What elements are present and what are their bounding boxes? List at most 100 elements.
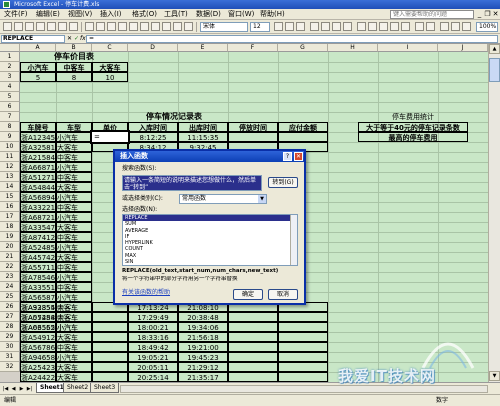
type-cell[interactable]: 小汽车 <box>56 272 92 282</box>
cancel-formula-icon[interactable]: ✕ <box>67 35 72 43</box>
underline-icon[interactable] <box>296 22 305 31</box>
plate-cell[interactable]: 浙A94658 <box>20 352 56 362</box>
italic-icon[interactable] <box>285 22 294 31</box>
stats-count-label[interactable]: 大于等于40元的停车记录条数 <box>358 122 468 132</box>
price-value-large-bus[interactable]: 10 <box>92 72 128 82</box>
type-cell[interactable]: 大客车 <box>56 302 92 312</box>
amount-cell[interactable] <box>278 322 328 332</box>
amount-cell[interactable] <box>278 372 328 382</box>
select-all-corner[interactable] <box>0 44 20 52</box>
row-header[interactable]: 11 <box>0 152 20 162</box>
record-header-price[interactable]: 单价 <box>92 122 128 132</box>
bold-icon[interactable] <box>274 22 283 31</box>
tab-sheet3[interactable]: Sheet3 <box>90 383 120 393</box>
column-header-a[interactable]: A <box>20 44 56 52</box>
record-header-duration[interactable]: 停放时间 <box>228 122 278 132</box>
type-cell[interactable]: 大客车 <box>56 222 92 232</box>
borders-icon[interactable] <box>440 22 449 31</box>
out-time-cell[interactable]: 19:34:06 <box>178 322 228 332</box>
search-function-input[interactable]: 请输入一条简短的说明来描述您想做什么，然后单击“转到” <box>122 175 262 191</box>
font-name-select[interactable]: 宋体 <box>200 22 248 32</box>
help-question-input[interactable]: 键入需要帮助的问题 <box>390 10 474 19</box>
type-cell[interactable]: 中客车 <box>56 262 92 272</box>
price-cell[interactable] <box>92 322 128 332</box>
horizontal-scrollbar[interactable] <box>120 385 488 393</box>
increase-decimal-icon[interactable] <box>390 22 399 31</box>
cancel-button[interactable]: 取消 <box>268 289 298 300</box>
price-cell[interactable] <box>92 372 128 382</box>
row-header[interactable]: 8 <box>0 122 20 132</box>
type-cell[interactable]: 小汽车 <box>56 132 92 142</box>
undo-icon[interactable] <box>129 22 138 31</box>
column-header-i[interactable]: I <box>378 44 438 52</box>
out-time-cell[interactable]: 21:56:18 <box>178 332 228 342</box>
type-cell[interactable]: 大客车 <box>56 252 92 262</box>
record-header-out-time[interactable]: 出库时间 <box>178 122 228 132</box>
plate-cell[interactable]: 浙A56894 <box>20 192 56 202</box>
next-sheet-icon[interactable]: ▶ <box>18 385 25 393</box>
row-header[interactable]: 24 <box>0 282 20 292</box>
font-size-select[interactable]: 12 <box>250 22 270 32</box>
name-box[interactable]: REPLACE <box>1 35 65 43</box>
menu-help[interactable]: 帮助(H) <box>260 10 285 19</box>
print-icon[interactable] <box>47 22 56 31</box>
decrease-indent-icon[interactable] <box>415 22 424 31</box>
in-time-cell[interactable]: 20:05:11 <box>128 362 178 372</box>
chart-wizard-icon[interactable] <box>184 22 193 31</box>
row-header[interactable]: 16 <box>0 202 20 212</box>
in-time-cell[interactable]: 18:00:21 <box>128 322 178 332</box>
price-value-medium-bus[interactable]: 8 <box>56 72 92 82</box>
row-header[interactable]: 1 <box>0 52 20 62</box>
autosum-icon[interactable] <box>162 22 171 31</box>
plate-cell[interactable]: 浙A33547 <box>20 222 56 232</box>
insert-function-icon[interactable]: fx <box>80 35 86 43</box>
plate-cell[interactable]: 浙A78546 <box>20 272 56 282</box>
duration-cell[interactable] <box>228 372 278 382</box>
sort-ascending-icon[interactable] <box>173 22 182 31</box>
duration-cell[interactable] <box>228 132 278 142</box>
align-right-icon[interactable] <box>332 22 341 31</box>
type-cell[interactable]: 大客车 <box>56 362 92 372</box>
row-header[interactable]: 28 <box>0 322 20 332</box>
row-header[interactable]: 14 <box>0 182 20 192</box>
type-cell[interactable]: 小汽车 <box>56 192 92 202</box>
zoom-select[interactable]: 100% <box>476 22 498 32</box>
price-header-large-bus[interactable]: 大客车 <box>92 62 128 72</box>
row-header[interactable]: 29 <box>0 332 20 342</box>
dialog-close-icon[interactable]: ✕ <box>294 152 303 161</box>
go-button[interactable]: 转到(G) <box>268 177 298 188</box>
price-header-medium-bus[interactable]: 中客车 <box>56 62 92 72</box>
row-header[interactable]: 19 <box>0 232 20 242</box>
row-header[interactable]: 21 <box>0 252 20 262</box>
menu-file[interactable]: 文件(F) <box>4 10 28 19</box>
menu-view[interactable]: 视图(V) <box>68 10 92 19</box>
plate-cell[interactable]: 浙A12345 <box>20 132 56 142</box>
row-header[interactable]: 4 <box>0 82 20 92</box>
plate-cell[interactable]: 浙A32581 <box>20 142 56 152</box>
amount-cell[interactable] <box>278 332 328 342</box>
type-cell[interactable]: 中客车 <box>56 342 92 352</box>
new-file-icon[interactable] <box>3 22 12 31</box>
print-preview-icon[interactable] <box>58 22 67 31</box>
merge-center-icon[interactable] <box>343 22 352 31</box>
currency-icon[interactable] <box>357 22 366 31</box>
column-header-g[interactable]: G <box>278 44 328 52</box>
function-list[interactable]: REPLACE SUM AVERAGE IF HYPERLINK COUNT M… <box>122 214 298 266</box>
price-cell[interactable] <box>92 352 128 362</box>
type-cell[interactable]: 中客车 <box>56 232 92 242</box>
plate-cell[interactable]: 浙A32854 <box>20 302 56 312</box>
type-cell[interactable]: 小汽车 <box>56 242 92 252</box>
column-header-f[interactable]: F <box>228 44 278 52</box>
row-header[interactable]: 9 <box>0 132 20 142</box>
formula-input[interactable]: = <box>86 35 498 43</box>
row-header[interactable]: 32 <box>0 362 20 372</box>
function-item[interactable]: SIN <box>123 259 297 265</box>
plate-cell[interactable]: 浙A68721 <box>20 212 56 222</box>
increase-indent-icon[interactable] <box>426 22 435 31</box>
plate-cell[interactable]: 浙A56587 <box>20 292 56 302</box>
type-cell[interactable]: 小汽车 <box>56 292 92 302</box>
restore-icon[interactable]: ❐ <box>484 10 491 18</box>
dialog-help-icon[interactable]: ? <box>283 152 292 161</box>
spelling-icon[interactable] <box>69 22 78 31</box>
paste-icon[interactable] <box>107 22 116 31</box>
